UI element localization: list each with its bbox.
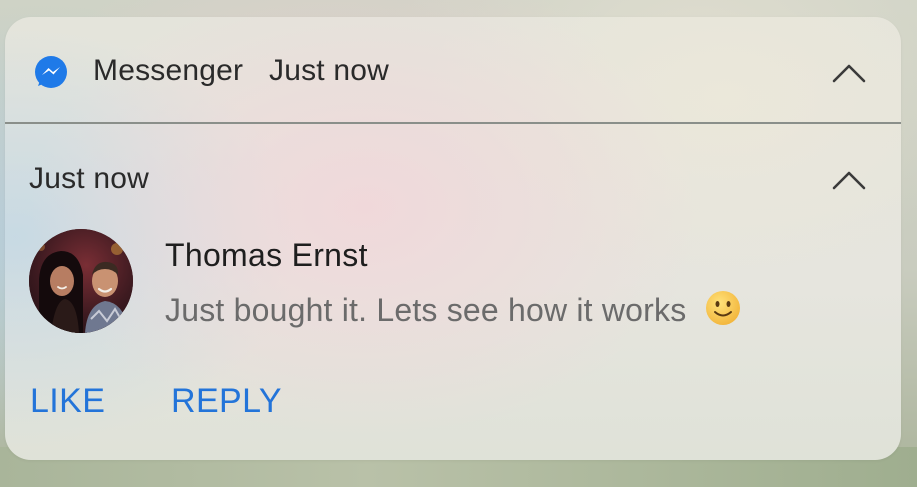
sender-name: Thomas Ernst <box>165 237 368 273</box>
collapse-chevron-icon[interactable] <box>831 62 867 84</box>
collapse-message-chevron-icon[interactable] <box>831 169 867 191</box>
notification-header[interactable]: Messenger Just now <box>5 17 901 123</box>
messenger-icon <box>32 53 70 91</box>
message-preview: Just bought it. Lets see how it works <box>165 289 742 329</box>
message-text: Just bought it. Lets see how it works <box>165 292 687 328</box>
header-timestamp: Just now <box>269 54 389 87</box>
sender-avatar <box>29 229 133 333</box>
app-name: Messenger <box>93 54 244 87</box>
slightly-smiling-face-icon <box>704 289 742 327</box>
like-button[interactable]: LIKE <box>30 382 105 421</box>
header-divider <box>5 122 901 124</box>
message-timestamp: Just now <box>29 162 149 195</box>
notification-card[interactable]: Messenger Just now Just now Thomas Ernst… <box>5 17 901 460</box>
reply-button[interactable]: REPLY <box>171 382 282 421</box>
